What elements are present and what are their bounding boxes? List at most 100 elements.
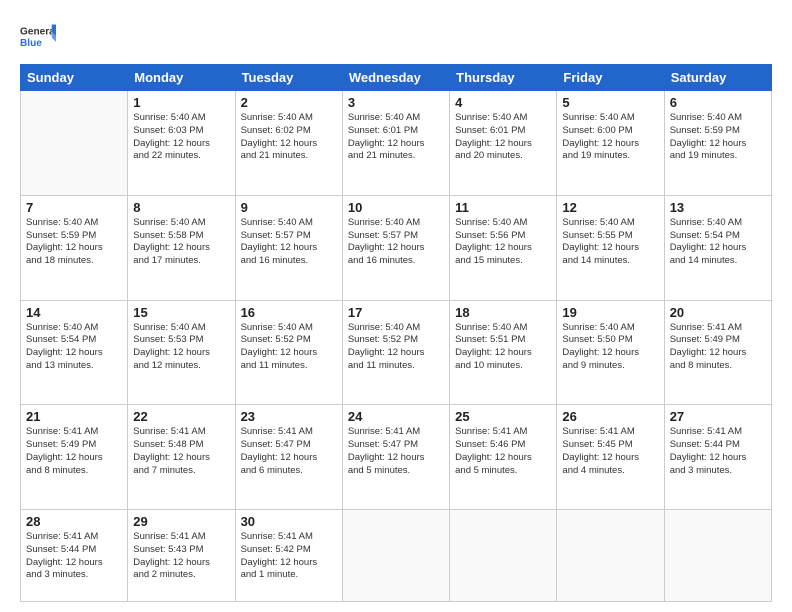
- day-number: 21: [26, 409, 122, 424]
- calendar-cell: 14 Sunrise: 5:40 AMSunset: 5:54 PMDayligh…: [21, 300, 128, 405]
- day-info: Sunrise: 5:40 AMSunset: 5:51 PMDaylight:…: [455, 322, 551, 373]
- day-number: 27: [670, 409, 766, 424]
- calendar-cell: 9Sunrise: 5:40 AMSunset: 5:57 PMDaylight…: [235, 195, 342, 300]
- day-number: 4: [455, 95, 551, 110]
- day-info: Sunrise: 5:40 AMSunset: 6:01 PMDaylight:…: [348, 112, 444, 163]
- day-number: 25: [455, 409, 551, 424]
- col-friday: Friday: [557, 65, 664, 91]
- day-number: 29: [133, 514, 229, 529]
- calendar-cell: [557, 510, 664, 602]
- calendar-header-row: Sunday Monday Tuesday Wednesday Thursday…: [21, 65, 772, 91]
- calendar-cell: 20 Sunrise: 5:41 AMSunset: 5:49 PMDayligh…: [664, 300, 771, 405]
- day-number: 3: [348, 95, 444, 110]
- day-number: 17: [348, 305, 444, 320]
- day-info: Sunrise: 5:40 AMSunset: 5:56 PMDaylight:…: [455, 217, 551, 268]
- day-info: Sunrise: 5:40 AMSunset: 5:59 PMDaylight:…: [26, 217, 122, 268]
- day-number: 15: [133, 305, 229, 320]
- svg-text:Blue: Blue: [20, 38, 42, 49]
- col-saturday: Saturday: [664, 65, 771, 91]
- day-info: Sunrise: 5:40 AMSunset: 5:54 PMDaylight:…: [670, 217, 766, 268]
- calendar-cell: 2 Sunrise: 5:40 AMSunset: 6:02 PMDaylight…: [235, 91, 342, 196]
- calendar-cell: [21, 91, 128, 196]
- day-number: 1: [133, 95, 229, 110]
- calendar-cell: 26 Sunrise: 5:41 AMSunset: 5:45 PMDayligh…: [557, 405, 664, 510]
- day-info: Sunrise: 5:41 AMSunset: 5:45 PMDaylight:…: [562, 426, 658, 477]
- calendar-cell: 15Sunrise: 5:40 AMSunset: 5:53 PMDayligh…: [128, 300, 235, 405]
- col-sunday: Sunday: [21, 65, 128, 91]
- day-info: Sunrise: 5:40 AMSunset: 5:57 PMDaylight:…: [241, 217, 337, 268]
- calendar-cell: 19 Sunrise: 5:40 AMSunset: 5:50 PMDayligh…: [557, 300, 664, 405]
- day-info: Sunrise: 5:41 AMSunset: 5:47 PMDaylight:…: [348, 426, 444, 477]
- calendar-cell: [664, 510, 771, 602]
- day-info: Sunrise: 5:41 AMSunset: 5:48 PMDaylight:…: [133, 426, 229, 477]
- day-info: Sunrise: 5:41 AMSunset: 5:44 PMDaylight:…: [670, 426, 766, 477]
- day-info: Sunrise: 5:40 AMSunset: 6:01 PMDaylight:…: [455, 112, 551, 163]
- day-info: Sunrise: 5:40 AMSunset: 6:03 PMDaylight:…: [133, 112, 229, 163]
- calendar-cell: 7 Sunrise: 5:40 AMSunset: 5:59 PMDaylight…: [21, 195, 128, 300]
- col-wednesday: Wednesday: [342, 65, 449, 91]
- calendar-cell: 1 Sunrise: 5:40 AMSunset: 6:03 PMDaylight…: [128, 91, 235, 196]
- col-thursday: Thursday: [450, 65, 557, 91]
- calendar-cell: 11 Sunrise: 5:40 AMSunset: 5:56 PMDayligh…: [450, 195, 557, 300]
- calendar-cell: 18 Sunrise: 5:40 AMSunset: 5:51 PMDayligh…: [450, 300, 557, 405]
- calendar-cell: [342, 510, 449, 602]
- calendar-cell: 24 Sunrise: 5:41 AMSunset: 5:47 PMDayligh…: [342, 405, 449, 510]
- calendar-cell: 13 Sunrise: 5:40 AMSunset: 5:54 PMDayligh…: [664, 195, 771, 300]
- calendar-cell: 6 Sunrise: 5:40 AMSunset: 5:59 PMDaylight…: [664, 91, 771, 196]
- day-number: 6: [670, 95, 766, 110]
- day-info: Sunrise: 5:41 AMSunset: 5:46 PMDaylight:…: [455, 426, 551, 477]
- day-info: Sunrise: 5:40 AMSunset: 5:58 PMDaylight:…: [133, 217, 229, 268]
- day-info: Sunrise: 5:40 AMSunset: 5:52 PMDaylight:…: [348, 322, 444, 373]
- day-number: 14: [26, 305, 122, 320]
- day-info: Sunrise: 5:41 AMSunset: 5:43 PMDaylight:…: [133, 531, 229, 582]
- day-number: 11: [455, 200, 551, 215]
- day-number: 20: [670, 305, 766, 320]
- day-number: 5: [562, 95, 658, 110]
- calendar-cell: 28Sunrise: 5:41 AMSunset: 5:44 PMDayligh…: [21, 510, 128, 602]
- calendar-cell: [450, 510, 557, 602]
- calendar-cell: 21 Sunrise: 5:41 AMSunset: 5:49 PMDayligh…: [21, 405, 128, 510]
- calendar-cell: 8 Sunrise: 5:40 AMSunset: 5:58 PMDaylight…: [128, 195, 235, 300]
- header: General Blue: [20, 18, 772, 54]
- day-number: 19: [562, 305, 658, 320]
- logo-svg: General Blue: [20, 18, 56, 54]
- day-number: 7: [26, 200, 122, 215]
- day-number: 28: [26, 514, 122, 529]
- day-number: 10: [348, 200, 444, 215]
- day-info: Sunrise: 5:41 AMSunset: 5:49 PMDaylight:…: [26, 426, 122, 477]
- day-info: Sunrise: 5:41 AMSunset: 5:42 PMDaylight:…: [241, 531, 337, 582]
- day-info: Sunrise: 5:40 AMSunset: 6:00 PMDaylight:…: [562, 112, 658, 163]
- day-info: Sunrise: 5:40 AMSunset: 5:55 PMDaylight:…: [562, 217, 658, 268]
- day-number: 8: [133, 200, 229, 215]
- calendar-cell: 27 Sunrise: 5:41 AMSunset: 5:44 PMDayligh…: [664, 405, 771, 510]
- day-number: 12: [562, 200, 658, 215]
- day-info: Sunrise: 5:40 AMSunset: 5:54 PMDaylight:…: [26, 322, 122, 373]
- calendar-cell: 23Sunrise: 5:41 AMSunset: 5:47 PMDayligh…: [235, 405, 342, 510]
- svg-text:General: General: [20, 27, 56, 38]
- day-number: 13: [670, 200, 766, 215]
- day-number: 26: [562, 409, 658, 424]
- calendar-cell: 30 Sunrise: 5:41 AMSunset: 5:42 PMDayligh…: [235, 510, 342, 602]
- calendar-cell: 29 Sunrise: 5:41 AMSunset: 5:43 PMDayligh…: [128, 510, 235, 602]
- day-number: 16: [241, 305, 337, 320]
- calendar: Sunday Monday Tuesday Wednesday Thursday…: [20, 64, 772, 602]
- day-number: 18: [455, 305, 551, 320]
- day-number: 30: [241, 514, 337, 529]
- col-tuesday: Tuesday: [235, 65, 342, 91]
- calendar-cell: 17 Sunrise: 5:40 AMSunset: 5:52 PMDayligh…: [342, 300, 449, 405]
- day-info: Sunrise: 5:40 AMSunset: 5:50 PMDaylight:…: [562, 322, 658, 373]
- day-number: 22: [133, 409, 229, 424]
- day-info: Sunrise: 5:40 AMSunset: 5:57 PMDaylight:…: [348, 217, 444, 268]
- day-number: 24: [348, 409, 444, 424]
- day-info: Sunrise: 5:40 AMSunset: 5:59 PMDaylight:…: [670, 112, 766, 163]
- calendar-cell: 5 Sunrise: 5:40 AMSunset: 6:00 PMDaylight…: [557, 91, 664, 196]
- day-number: 2: [241, 95, 337, 110]
- day-info: Sunrise: 5:40 AMSunset: 6:02 PMDaylight:…: [241, 112, 337, 163]
- day-info: Sunrise: 5:41 AMSunset: 5:49 PMDaylight:…: [670, 322, 766, 373]
- logo: General Blue: [20, 18, 56, 54]
- calendar-cell: 4 Sunrise: 5:40 AMSunset: 6:01 PMDaylight…: [450, 91, 557, 196]
- calendar-cell: 25 Sunrise: 5:41 AMSunset: 5:46 PMDayligh…: [450, 405, 557, 510]
- calendar-cell: 12 Sunrise: 5:40 AMSunset: 5:55 PMDayligh…: [557, 195, 664, 300]
- day-info: Sunrise: 5:41 AMSunset: 5:47 PMDaylight:…: [241, 426, 337, 477]
- calendar-cell: 10 Sunrise: 5:40 AMSunset: 5:57 PMDayligh…: [342, 195, 449, 300]
